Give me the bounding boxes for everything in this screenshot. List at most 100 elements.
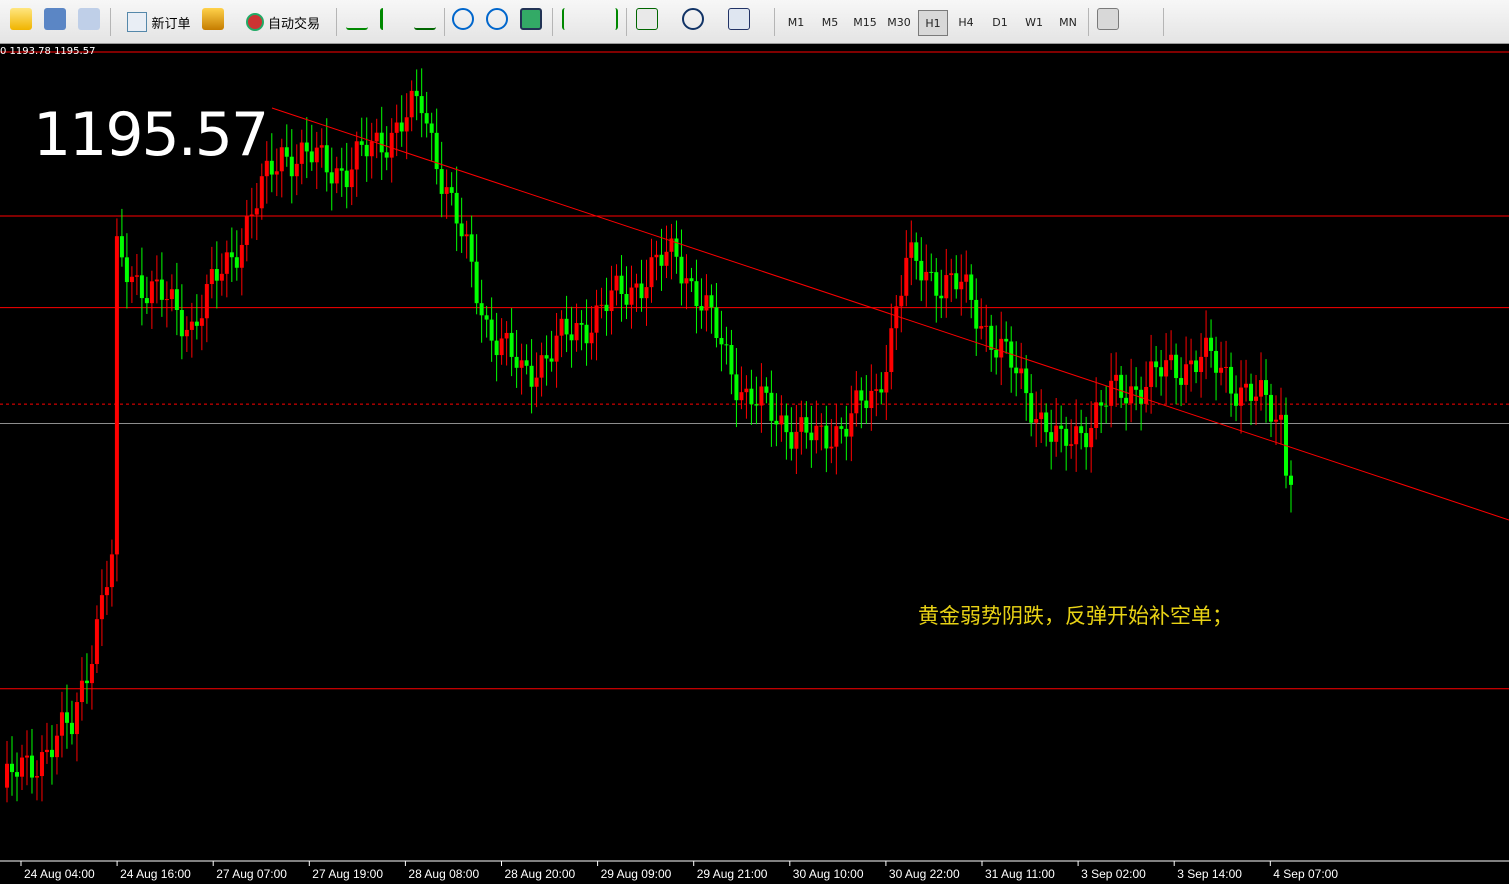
candle-body <box>294 163 299 177</box>
timeframe-mn[interactable]: MN <box>1054 10 1082 34</box>
market-watch-icon[interactable] <box>44 8 66 30</box>
candle-body <box>54 735 59 758</box>
separator <box>626 8 627 36</box>
candle-body <box>379 132 384 153</box>
candle-body <box>194 321 199 326</box>
candle-body <box>429 123 434 133</box>
new-order-button[interactable]: 新订单 <box>120 8 198 36</box>
tile-windows-icon[interactable] <box>520 8 542 30</box>
x-axis-label: 4 Sep 07:00 <box>1273 867 1338 881</box>
candle-body <box>809 432 814 441</box>
candle-body <box>524 360 529 366</box>
candle-body <box>514 356 519 368</box>
trendline-icon[interactable] <box>1242 8 1264 30</box>
indicators-icon[interactable] <box>636 8 658 30</box>
candle-body <box>1254 396 1259 401</box>
candle-body <box>204 284 209 319</box>
candle-body <box>149 281 154 304</box>
candle-body <box>1184 364 1189 385</box>
candle-body <box>74 702 79 735</box>
timeframe-m15[interactable]: M15 <box>849 10 881 34</box>
candle-body <box>904 257 909 296</box>
auto-trading-button[interactable]: 自动交易 <box>236 8 330 36</box>
candle-body <box>854 390 859 414</box>
candle-body <box>404 117 409 132</box>
chart-shift-icon[interactable] <box>562 8 584 30</box>
candle-body <box>989 325 994 350</box>
candle-body <box>539 355 544 378</box>
strategy-tester-icon[interactable] <box>202 8 224 30</box>
candle-body <box>864 400 869 409</box>
candle-body <box>1089 427 1094 448</box>
crosshair-icon[interactable] <box>1133 8 1155 30</box>
candle-body <box>839 426 844 429</box>
candle-body <box>1084 433 1089 448</box>
zoom-out-icon[interactable] <box>486 8 508 30</box>
x-axis-label: 30 Aug 10:00 <box>793 867 864 881</box>
candle-body <box>129 276 134 283</box>
candle-body <box>579 323 584 325</box>
candle-body <box>679 256 684 284</box>
candle-body <box>1064 428 1069 446</box>
text-label-icon[interactable] <box>1378 8 1400 30</box>
candle-body <box>244 215 249 245</box>
candle-body <box>1174 354 1179 379</box>
big-price-label: 1195.57 <box>33 100 269 170</box>
candle-body <box>214 269 219 281</box>
timeframe-h4[interactable]: H4 <box>952 10 980 34</box>
candle-body <box>604 304 609 312</box>
candlestick-icon[interactable] <box>380 8 402 30</box>
candle-body <box>1114 374 1119 381</box>
auto-scroll-icon[interactable] <box>596 8 618 30</box>
candle-body <box>814 425 819 441</box>
candle-body <box>1169 354 1174 361</box>
candle-body <box>999 338 1004 358</box>
profiles-icon[interactable] <box>10 8 32 30</box>
separator <box>336 8 337 36</box>
vertical-line-icon[interactable] <box>1174 8 1196 30</box>
timeframe-m30[interactable]: M30 <box>883 10 915 34</box>
horizontal-line-icon[interactable] <box>1208 8 1230 30</box>
templates-icon[interactable] <box>728 8 750 30</box>
navigator-icon[interactable] <box>78 8 100 30</box>
candle-body <box>889 328 894 373</box>
price-chart[interactable]: 24 Aug 04:00 24 Aug 16:00 27 Aug 07:00 27 A… <box>0 44 1509 884</box>
candle-body <box>949 273 954 276</box>
text-icon[interactable] <box>1344 8 1366 30</box>
candle-body <box>29 755 34 778</box>
candle-body <box>124 257 129 283</box>
fibonacci-icon[interactable] <box>1310 8 1332 30</box>
candle-body <box>504 332 509 339</box>
candle-body <box>1244 383 1249 388</box>
line-chart-icon[interactable] <box>414 8 436 30</box>
candle-body <box>779 415 784 425</box>
candle-body <box>479 303 484 316</box>
arrows-icon[interactable] <box>1412 8 1434 30</box>
timeframe-d1[interactable]: D1 <box>986 10 1014 34</box>
candle-body <box>1019 368 1024 374</box>
periods-icon[interactable] <box>682 8 704 30</box>
candle-body <box>339 168 344 171</box>
cursor-icon[interactable] <box>1097 8 1119 30</box>
candle-body <box>354 141 359 170</box>
candle-body <box>1134 386 1139 390</box>
candle-body <box>1104 405 1109 407</box>
timeframe-m5[interactable]: M5 <box>816 10 844 34</box>
candle-body <box>99 595 104 620</box>
candle-body <box>774 420 779 425</box>
candle-body <box>409 90 414 118</box>
candle-body <box>274 171 279 175</box>
candle-body <box>1289 475 1293 485</box>
candle-body <box>979 326 984 329</box>
candle-body <box>69 722 74 735</box>
equidistant-channel-icon[interactable] <box>1276 8 1298 30</box>
bar-chart-icon[interactable] <box>346 8 368 30</box>
candle-body <box>1279 414 1284 420</box>
candle-body <box>899 295 904 307</box>
candle-body <box>754 404 759 406</box>
timeframe-h1[interactable]: H1 <box>918 10 948 36</box>
zoom-in-icon[interactable] <box>452 8 474 30</box>
candle-body <box>769 392 774 421</box>
timeframe-m1[interactable]: M1 <box>782 10 810 34</box>
timeframe-w1[interactable]: W1 <box>1020 10 1048 34</box>
